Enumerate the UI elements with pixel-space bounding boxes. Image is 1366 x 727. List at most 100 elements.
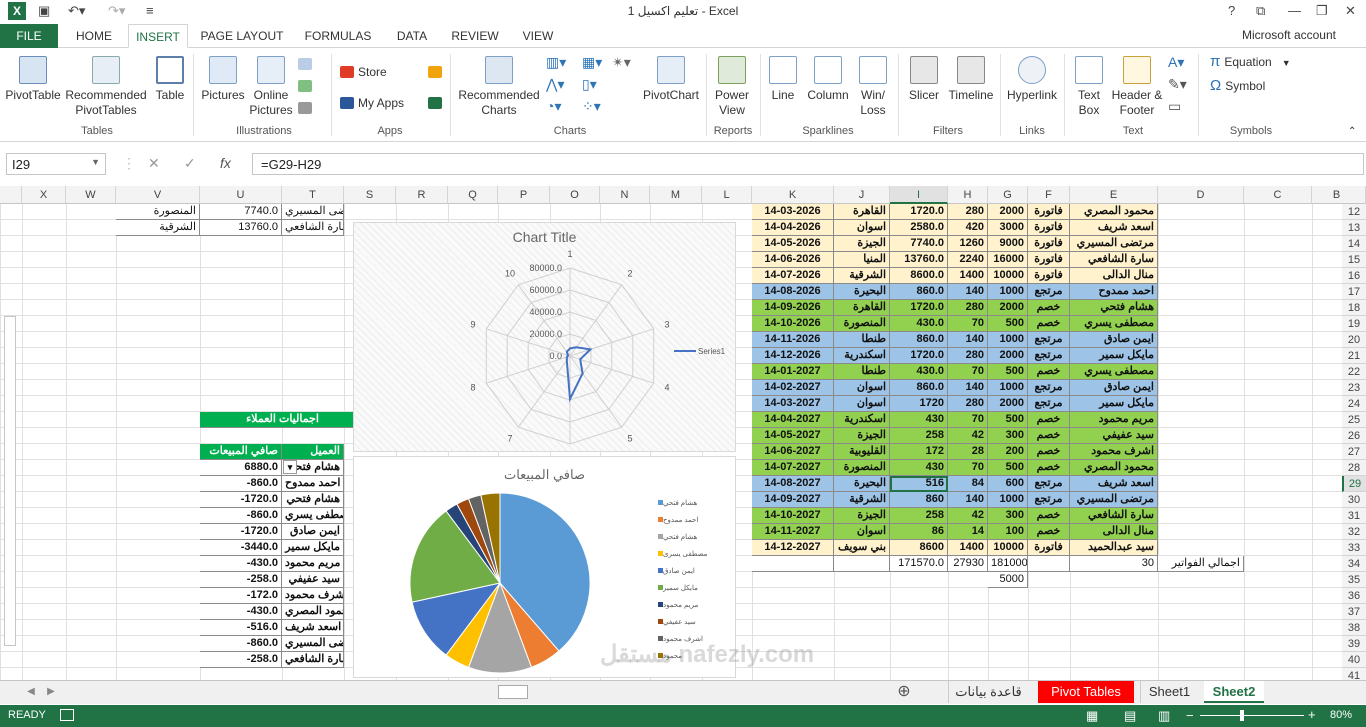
waterfall-chart-icon[interactable]: ✴▾ bbox=[612, 54, 631, 70]
row-header-21[interactable]: 21 bbox=[1342, 348, 1366, 364]
cell-h19[interactable]: 70 bbox=[948, 316, 988, 332]
cell-g14[interactable]: 9000 bbox=[988, 236, 1028, 252]
cell-k34[interactable] bbox=[752, 556, 834, 572]
cell-g15[interactable]: 16000 bbox=[988, 252, 1028, 268]
column-header-t[interactable]: T bbox=[282, 186, 344, 204]
new-sheet-button[interactable]: ⊕ bbox=[892, 681, 916, 703]
cell-k33[interactable]: 14-12-2027 bbox=[752, 540, 834, 556]
cell-j14[interactable]: الجيزة bbox=[834, 236, 890, 252]
row-header-28[interactable]: 28 bbox=[1342, 460, 1366, 476]
name-box[interactable]: I29 ▼ bbox=[6, 153, 106, 175]
column-header-l[interactable]: L bbox=[702, 186, 752, 204]
cell-i20[interactable]: 860.0 bbox=[890, 332, 948, 348]
cell-j20[interactable]: طنطا bbox=[834, 332, 890, 348]
row-header-16[interactable]: 16 bbox=[1342, 268, 1366, 284]
row-header-39[interactable]: 39 bbox=[1342, 636, 1366, 652]
cell-t35[interactable]: سيد عفيفي bbox=[282, 572, 344, 588]
radar-chart[interactable]: Chart Title 0.0 20000.0 40000.0 60000.0 8000… bbox=[353, 222, 736, 452]
tab-data[interactable]: DATA bbox=[388, 24, 436, 48]
cell-k22[interactable]: 14-01-2027 bbox=[752, 364, 834, 380]
cell-h20[interactable]: 140 bbox=[948, 332, 988, 348]
line-chart-icon[interactable]: ⋀▾ bbox=[546, 76, 565, 92]
cell-u34[interactable]: -430.0 bbox=[200, 556, 282, 572]
cell-t13[interactable]: سارة الشافعي bbox=[282, 220, 344, 236]
row-header-17[interactable]: 17 bbox=[1342, 284, 1366, 300]
pie-chart-icon[interactable]: ◔▾ bbox=[546, 98, 561, 114]
sparkline-winloss-button[interactable]: Win/ Loss bbox=[854, 56, 892, 118]
row-header-29[interactable]: 29 bbox=[1342, 476, 1366, 492]
cell-t36[interactable]: اشرف محمود bbox=[282, 588, 344, 604]
cell-g20[interactable]: 1000 bbox=[988, 332, 1028, 348]
cell-f15[interactable]: فاتورة bbox=[1028, 252, 1070, 268]
cell-e24[interactable]: مايكل سمير bbox=[1070, 396, 1158, 412]
cell-k23[interactable]: 14-02-2027 bbox=[752, 380, 834, 396]
hierarchy-chart-icon[interactable]: ▦▾ bbox=[582, 54, 602, 70]
cell-e20[interactable]: ايمن صادق bbox=[1070, 332, 1158, 348]
cell-j25[interactable]: اسكندرية bbox=[834, 412, 890, 428]
cell-u29[interactable]: -860.0 bbox=[200, 476, 282, 492]
row-header-26[interactable]: 26 bbox=[1342, 428, 1366, 444]
normal-view-icon[interactable]: ▦ bbox=[1086, 708, 1098, 724]
cell-h28[interactable]: 70 bbox=[948, 460, 988, 476]
cell-u39[interactable]: -860.0 bbox=[200, 636, 282, 652]
collapse-ribbon-icon[interactable]: ⌃ bbox=[1348, 124, 1356, 140]
page-break-view-icon[interactable]: ▥ bbox=[1158, 708, 1170, 724]
power-view-button[interactable]: Power View bbox=[710, 56, 754, 118]
cell-g23[interactable]: 1000 bbox=[988, 380, 1028, 396]
hyperlink-button[interactable]: Hyperlink bbox=[1004, 56, 1060, 103]
cell-i29[interactable]: 516 bbox=[890, 476, 948, 492]
cell-g27[interactable]: 200 bbox=[988, 444, 1028, 460]
tab-home[interactable]: HOME bbox=[66, 24, 122, 48]
cell-k16[interactable]: 14-07-2026 bbox=[752, 268, 834, 284]
cell-i19[interactable]: 430.0 bbox=[890, 316, 948, 332]
cell-g30[interactable]: 1000 bbox=[988, 492, 1028, 508]
statistic-chart-icon[interactable]: ▯▾ bbox=[582, 76, 597, 92]
cell-e13[interactable]: اسعد شريف bbox=[1070, 220, 1158, 236]
sheet-tab-sheet2[interactable]: Sheet2 bbox=[1204, 681, 1264, 703]
cell-h26[interactable]: 42 bbox=[948, 428, 988, 444]
row-header-25[interactable]: 25 bbox=[1342, 412, 1366, 428]
cell-f19[interactable]: خصم bbox=[1028, 316, 1070, 332]
cell-h22[interactable]: 70 bbox=[948, 364, 988, 380]
cell-f23[interactable]: مرتجع bbox=[1028, 380, 1070, 396]
online-pictures-button[interactable]: Online Pictures bbox=[248, 56, 294, 118]
tab-file[interactable]: FILE bbox=[0, 24, 58, 48]
cell-j26[interactable]: الجيزة bbox=[834, 428, 890, 444]
cell-e32[interactable]: منال الدالى bbox=[1070, 524, 1158, 540]
cell-j19[interactable]: المنصورة bbox=[834, 316, 890, 332]
horizontal-scroll-thumb[interactable] bbox=[498, 685, 528, 699]
wordart-icon[interactable]: A▾ bbox=[1168, 54, 1184, 70]
cell-d34[interactable]: اجمالي الفواتير bbox=[1158, 556, 1244, 572]
cell-i33[interactable]: 8600 bbox=[890, 540, 948, 556]
cell-j33[interactable]: بني سويف bbox=[834, 540, 890, 556]
column-header-w[interactable]: W bbox=[66, 186, 116, 204]
cell-k32[interactable]: 14-11-2027 bbox=[752, 524, 834, 540]
cell-j18[interactable]: القاهرة bbox=[834, 300, 890, 316]
cell-i27[interactable]: 172 bbox=[890, 444, 948, 460]
cell-j29[interactable]: البحيرة bbox=[834, 476, 890, 492]
cell-h29[interactable]: 84 bbox=[948, 476, 988, 492]
cell-t33[interactable]: مايكل سمير bbox=[282, 540, 344, 556]
tab-review[interactable]: REVIEW bbox=[446, 24, 504, 48]
column-chart-icon[interactable]: ▥▾ bbox=[546, 54, 566, 70]
cell-g26[interactable]: 300 bbox=[988, 428, 1028, 444]
cell-t38[interactable]: اسعد شريف bbox=[282, 620, 344, 636]
cell-j32[interactable]: اسوان bbox=[834, 524, 890, 540]
cell-j12[interactable]: القاهرة bbox=[834, 204, 890, 220]
sheet-tab-sheet1[interactable]: Sheet1 bbox=[1140, 681, 1198, 703]
cell-g16[interactable]: 10000 bbox=[988, 268, 1028, 284]
timeline-button[interactable]: Timeline bbox=[946, 56, 996, 103]
cell-k25[interactable]: 14-04-2027 bbox=[752, 412, 834, 428]
cell-u12[interactable]: 7740.0 bbox=[200, 204, 282, 220]
recommended-charts-button[interactable]: Recommended Charts bbox=[456, 56, 542, 118]
row-header-35[interactable]: 35 bbox=[1342, 572, 1366, 588]
cell-g31[interactable]: 300 bbox=[988, 508, 1028, 524]
filter-dropdown-icon[interactable]: ▾ bbox=[283, 460, 297, 474]
cell-e14[interactable]: مرتضى المسيري bbox=[1070, 236, 1158, 252]
cell-k29[interactable]: 14-08-2027 bbox=[752, 476, 834, 492]
cell-j22[interactable]: طنطا bbox=[834, 364, 890, 380]
cell-g22[interactable]: 500 bbox=[988, 364, 1028, 380]
cell-f28[interactable]: خصم bbox=[1028, 460, 1070, 476]
cell-e21[interactable]: مايكل سمير bbox=[1070, 348, 1158, 364]
cancel-icon[interactable]: ✕ bbox=[148, 155, 160, 172]
